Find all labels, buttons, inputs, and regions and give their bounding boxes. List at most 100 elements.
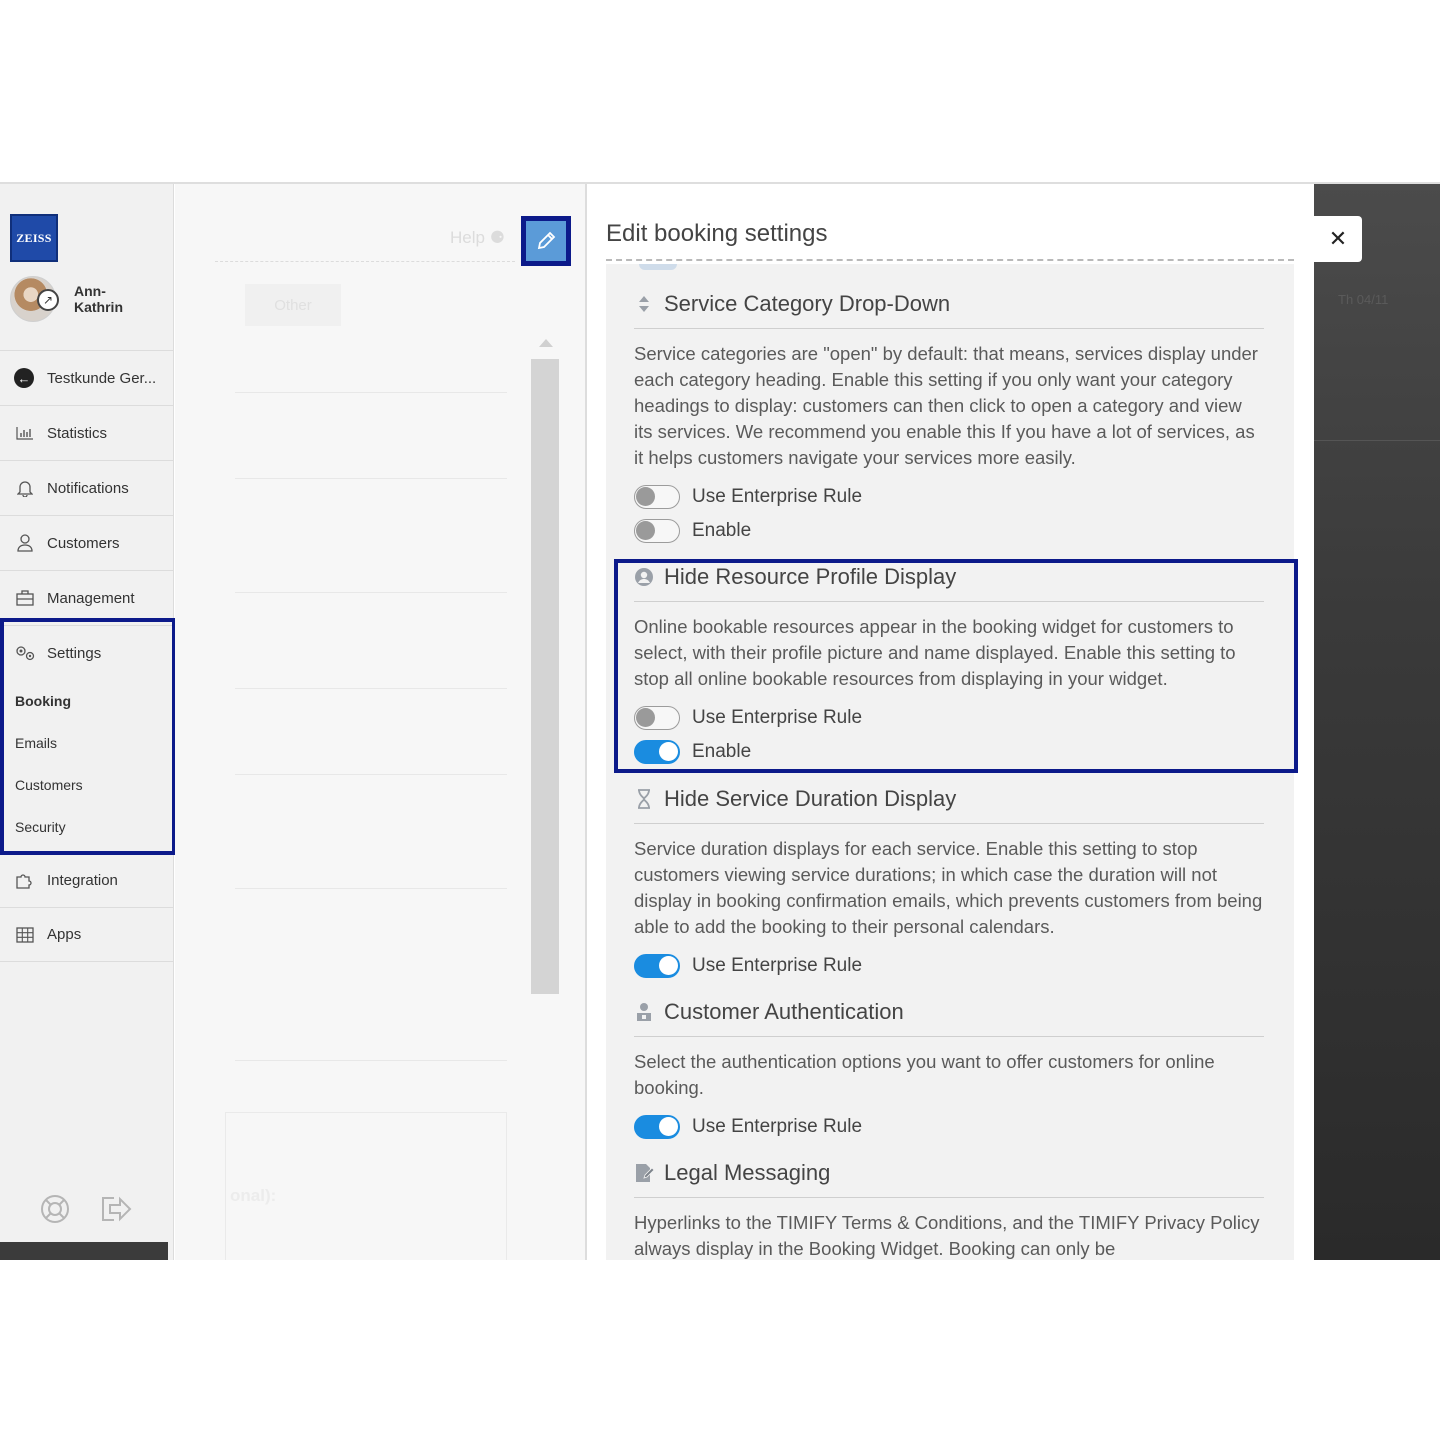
divider	[235, 774, 507, 775]
sidebar-item-integration[interactable]: Integration	[0, 852, 174, 907]
sidebar-item-label: Integration	[47, 871, 118, 889]
divider	[634, 823, 1264, 824]
use-enterprise-rule-toggle[interactable]	[634, 706, 680, 730]
toggle-row: Enable	[634, 514, 1264, 548]
close-button[interactable]: ✕	[1314, 216, 1362, 262]
toggle-row: Use Enterprise Rule	[634, 701, 1264, 735]
setting-title: Customer Authentication	[664, 999, 904, 1024]
setting-title: Hide Resource Profile Display	[664, 564, 957, 589]
user-name: Ann- Kathrin	[74, 283, 123, 315]
scrollbar[interactable]	[531, 359, 559, 994]
arrow-left-icon: ←	[14, 368, 34, 388]
divider	[215, 261, 515, 262]
setting-description: Select the authentication options you wa…	[634, 1051, 1215, 1098]
compass-icon: ↗	[37, 289, 59, 311]
toggle-label: Use Enterprise Rule	[692, 955, 863, 976]
divider	[1314, 440, 1440, 441]
sidebar-subitem-emails[interactable]: Emails	[0, 722, 174, 764]
edit-button[interactable]	[521, 216, 571, 266]
user-profile[interactable]: ↗ Ann- Kathrin	[10, 276, 123, 322]
sidebar-item-label: Apps	[47, 926, 82, 943]
enable-toggle[interactable]	[634, 740, 680, 764]
bell-icon	[14, 478, 36, 498]
sidebar-item-customers[interactable]: Customers	[0, 515, 174, 570]
logo-text: ZEISS	[16, 230, 52, 245]
sidebar-item-label: Testkunde Ger...	[47, 369, 157, 387]
help-link[interactable]: Help ⚈	[450, 228, 505, 248]
toggle-label: Use Enterprise Rule	[692, 707, 863, 728]
divider	[235, 1060, 507, 1061]
toggle-row: Use Enterprise Rule	[634, 949, 1264, 983]
sort-icon	[634, 295, 654, 313]
scroll-indicator	[639, 264, 677, 270]
toggle-row: Use Enterprise Rule	[634, 480, 1264, 514]
toggle-row: Use Enterprise Rule	[634, 1110, 1264, 1144]
divider	[634, 1197, 1264, 1198]
logout-icon[interactable]	[100, 1194, 132, 1231]
title-divider	[606, 259, 1294, 261]
settings-list: Service Category Drop-Down Service categ…	[606, 264, 1294, 1260]
toggle-row: Enable	[634, 735, 1264, 769]
sidebar-item-settings[interactable]: Settings	[0, 626, 174, 680]
divider	[235, 592, 507, 593]
sidebar-item-label: Management	[47, 589, 135, 607]
person-icon	[14, 533, 36, 553]
setting-description: Hyperlinks to the TIMIFY Terms & Conditi…	[634, 1212, 1260, 1259]
puzzle-icon	[14, 870, 36, 890]
setting-service-category-dropdown: Service Category Drop-Down Service categ…	[634, 289, 1264, 548]
panel-title: Edit booking settings	[606, 220, 828, 247]
help-label: Help	[450, 228, 485, 247]
hourglass-icon	[634, 789, 654, 809]
toggle-label: Use Enterprise Rule	[692, 486, 863, 507]
enable-toggle[interactable]	[634, 519, 680, 543]
divider	[634, 601, 1264, 602]
divider	[235, 478, 507, 479]
sidebar-footer	[40, 1194, 132, 1231]
sidebar-item-management[interactable]: Management	[0, 570, 174, 625]
use-enterprise-rule-toggle[interactable]	[634, 485, 680, 509]
setting-description: Service categories are "open" by default…	[634, 343, 1258, 468]
sidebar: ZEISS ↗ Ann- Kathrin ← Testkunde Ger... …	[0, 184, 176, 1260]
setting-description: Online bookable resources appear in the …	[634, 616, 1236, 689]
zeiss-logo[interactable]: ZEISS	[10, 214, 58, 262]
lightbulb-icon: ⚈	[489, 228, 505, 247]
booking-overview-panel: Help ⚈ Other onal):	[175, 184, 587, 1260]
tab-other[interactable]: Other	[245, 284, 341, 326]
sidebar-subitem-customers[interactable]: Customers	[0, 764, 174, 806]
use-enterprise-rule-toggle[interactable]	[634, 954, 680, 978]
grid-icon	[14, 925, 36, 945]
sidebar-bottom-bar	[0, 1242, 168, 1260]
sidebar-subitem-booking[interactable]: Booking	[0, 680, 174, 722]
sidebar-item-statistics[interactable]: Statistics	[0, 405, 174, 460]
sidebar-subitem-security[interactable]: Security	[0, 806, 174, 848]
sidebar-nav: ← Testkunde Ger... Statistics Notificati…	[0, 350, 174, 962]
setting-hide-resource-profile: Hide Resource Profile Display Online boo…	[634, 562, 1264, 769]
bar-chart-icon	[14, 423, 36, 443]
calendar-date: Th 04/11	[1338, 292, 1389, 307]
use-enterprise-rule-toggle[interactable]	[634, 1115, 680, 1139]
settings-group: Settings Booking Emails Customers Securi…	[0, 625, 174, 848]
sidebar-item-apps[interactable]: Apps	[0, 907, 174, 962]
divider	[235, 688, 507, 689]
setting-hide-service-duration: Hide Service Duration Display Service du…	[634, 784, 1264, 983]
sidebar-item-label: Notifications	[47, 479, 129, 497]
toggle-label: Enable	[692, 741, 752, 762]
divider	[235, 888, 507, 889]
sidebar-item-account[interactable]: ← Testkunde Ger...	[0, 350, 174, 405]
tab-other-label: Other	[274, 296, 312, 314]
setting-title: Legal Messaging	[664, 1160, 831, 1185]
divider	[235, 392, 507, 393]
sidebar-item-label: Statistics	[47, 424, 108, 442]
sidebar-item-notifications[interactable]: Notifications	[0, 460, 174, 515]
document-edit-icon	[634, 1163, 654, 1183]
edit-booking-settings-panel: Edit booking settings Service Category D…	[588, 184, 1314, 1260]
sidebar-item-label: Customers	[47, 534, 120, 552]
setting-title: Hide Service Duration Display	[664, 786, 957, 811]
scroll-up-icon[interactable]	[539, 339, 553, 347]
user-lock-icon	[634, 1002, 654, 1022]
briefcase-icon	[14, 588, 36, 608]
lifebuoy-icon[interactable]	[40, 1194, 70, 1231]
setting-legal-messaging: Legal Messaging Hyperlinks to the TIMIFY…	[634, 1158, 1264, 1260]
app-frame: ZEISS ↗ Ann- Kathrin ← Testkunde Ger... …	[0, 182, 1440, 1260]
user-circle-icon	[634, 567, 654, 587]
